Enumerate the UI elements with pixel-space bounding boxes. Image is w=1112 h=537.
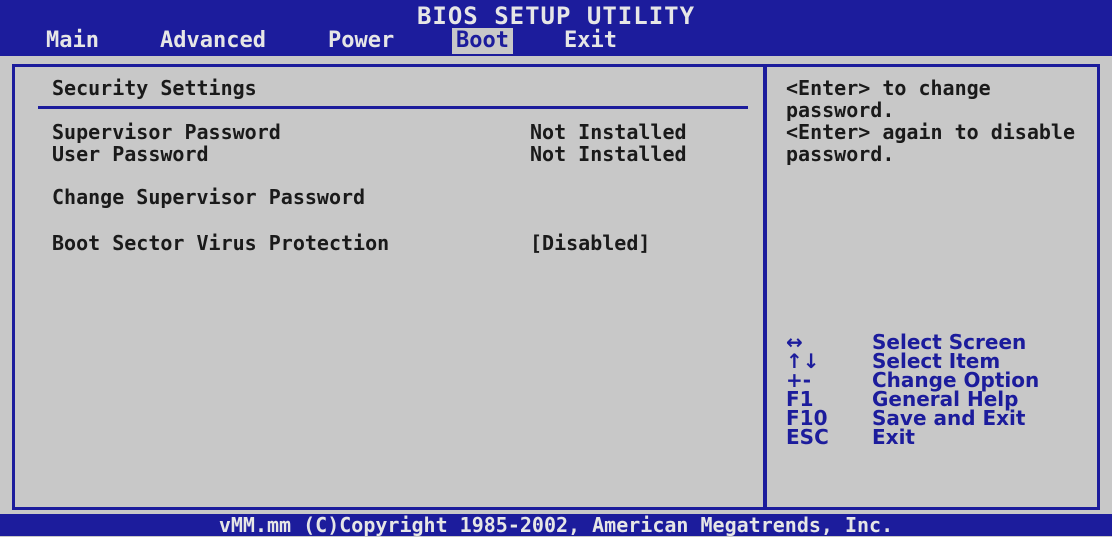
top-bar: BIOS SETUP UTILITY Main Advanced Power B…: [0, 0, 1112, 56]
change-supervisor-password-item[interactable]: Change Supervisor Password: [52, 186, 365, 208]
tab-boot[interactable]: Boot: [452, 28, 513, 54]
footer-copyright: vMM.mm (C)Copyright 1985-2002, American …: [0, 514, 1112, 536]
panel-divider: [763, 64, 767, 510]
help-line: password.: [786, 142, 895, 166]
user-password-value: Not Installed: [530, 142, 687, 166]
help-line: <Enter> to change: [786, 76, 991, 100]
boot-sector-virus-protection-value[interactable]: [Disabled]: [530, 232, 650, 254]
help-line: password.: [786, 98, 895, 122]
help-line: <Enter> again to disable: [786, 120, 1075, 144]
user-password-label[interactable]: User Password: [52, 143, 209, 165]
key-esc: ESC: [786, 425, 829, 449]
tab-exit[interactable]: Exit: [564, 28, 617, 54]
section-underline: [38, 106, 748, 109]
tab-advanced[interactable]: Advanced: [160, 28, 266, 54]
supervisor-password-label[interactable]: Supervisor Password: [52, 121, 281, 143]
section-title: Security Settings: [52, 76, 257, 100]
supervisor-password-value: Not Installed: [530, 120, 687, 144]
key-action: Exit: [872, 425, 915, 449]
boot-sector-virus-protection-label[interactable]: Boot Sector Virus Protection: [52, 232, 389, 254]
tab-main[interactable]: Main: [46, 28, 99, 54]
window-title: BIOS SETUP UTILITY: [416, 2, 696, 30]
tab-power[interactable]: Power: [328, 28, 394, 54]
